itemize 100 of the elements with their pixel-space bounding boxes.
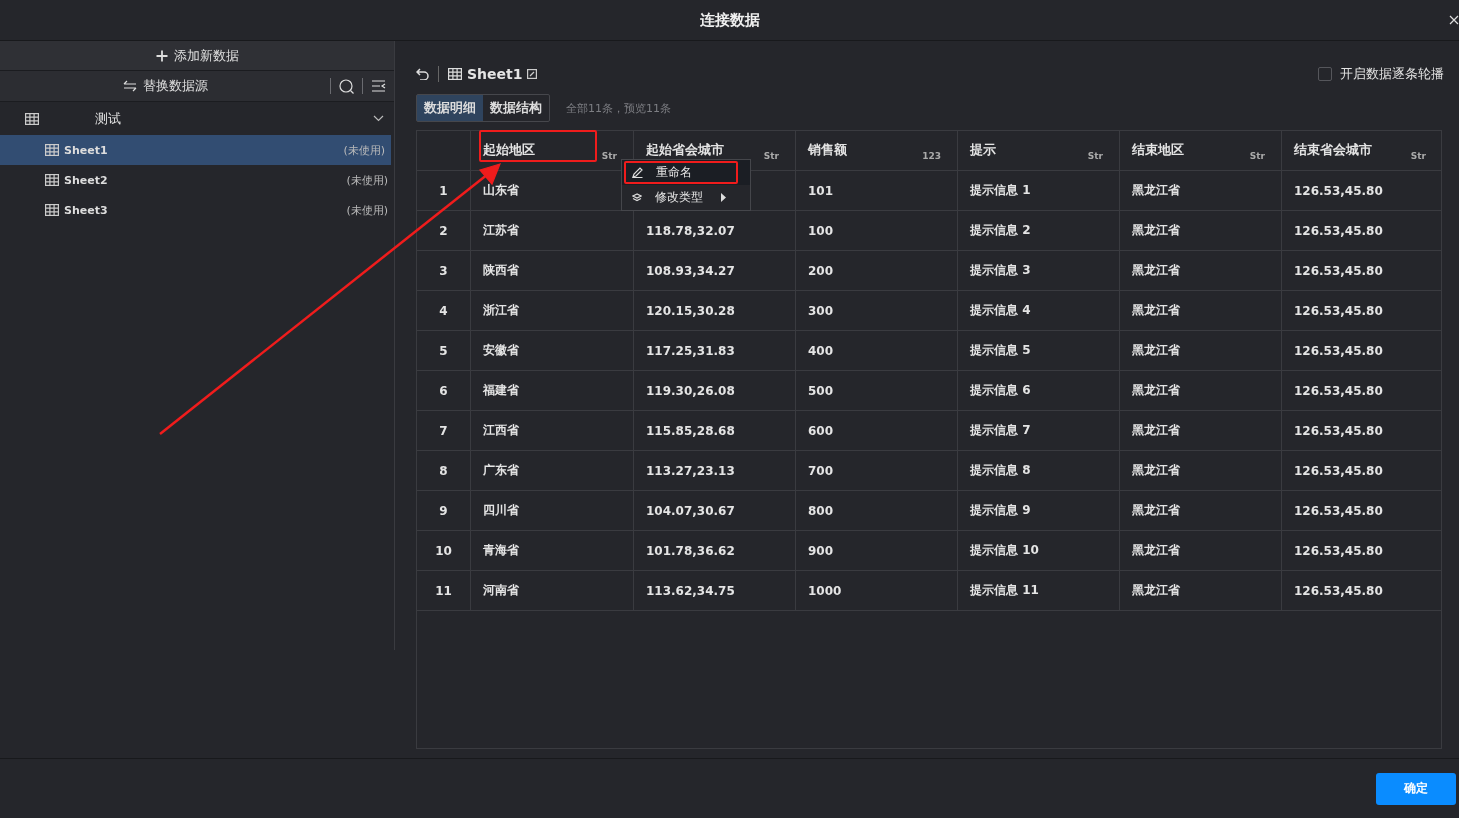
table-cell: 青海省: [483, 542, 519, 559]
table-cell: 黑龙江省: [1132, 262, 1180, 279]
table-cell: 黑龙江省: [1132, 422, 1180, 439]
swap-icon: [122, 80, 137, 92]
filter-icon[interactable]: [371, 80, 386, 92]
table-cell: 126.53,45.80: [1294, 503, 1383, 518]
type-label: Str: [1410, 151, 1426, 161]
table-cell: 118.78,32.07: [646, 223, 735, 238]
table-cell: 117.25,31.83: [646, 343, 735, 358]
table-cell: 1000: [808, 583, 842, 598]
tab[interactable]: 数据明细: [417, 95, 483, 121]
column-header[interactable]: 结束地区: [1132, 141, 1184, 159]
table-icon: [448, 68, 462, 80]
sheet-title: Sheet1: [467, 66, 523, 82]
row-number: 8: [439, 463, 448, 478]
table-cell: 江西省: [483, 422, 519, 439]
row-number: 7: [439, 423, 448, 438]
table-cell: 广东省: [483, 462, 519, 479]
table-cell: 黑龙江省: [1132, 182, 1180, 199]
table-cell: 黑龙江省: [1132, 222, 1180, 239]
table-cell: 126.53,45.80: [1294, 463, 1383, 478]
type-label: Str: [763, 151, 779, 161]
table-cell: 101: [808, 183, 834, 198]
table-cell: 113.62,34.75: [646, 583, 735, 598]
table-cell: 104.07,30.67: [646, 503, 735, 518]
table-cell: 126.53,45.80: [1294, 543, 1383, 558]
row-number: 2: [439, 223, 448, 238]
table-cell: 115.85,28.68: [646, 423, 735, 438]
undo-icon[interactable]: [416, 68, 429, 80]
table-cell: 提示信息 2: [970, 222, 1031, 239]
sheet-item[interactable]: Sheet1 (未使用): [0, 135, 391, 165]
table-cell: 126.53,45.80: [1294, 583, 1383, 598]
table-cell: 黑龙江省: [1132, 462, 1180, 479]
close-icon[interactable]: [1449, 15, 1459, 25]
table-cell: 黑龙江省: [1132, 582, 1180, 599]
table-cell: 福建省: [483, 382, 519, 399]
column-header[interactable]: 提示: [970, 141, 996, 159]
table-cell: 黑龙江省: [1132, 302, 1180, 319]
table-cell: 900: [808, 543, 834, 558]
table-cell: 四川省: [483, 502, 519, 519]
sheet-status: (未使用): [346, 202, 388, 218]
table-cell: 山东省: [483, 182, 519, 199]
table-cell: 126.53,45.80: [1294, 183, 1383, 198]
table-cell: 提示信息 3: [970, 262, 1031, 279]
table-cell: 黑龙江省: [1132, 382, 1180, 399]
table-cell: 提示信息 6: [970, 382, 1031, 399]
row-number: 4: [439, 303, 448, 318]
table-cell: 江苏省: [483, 222, 519, 239]
pencil-icon: [632, 167, 643, 178]
table-cell: 提示信息 1: [970, 182, 1031, 199]
row-number: 6: [439, 383, 448, 398]
table-icon: [45, 174, 59, 186]
plus-icon: [155, 49, 168, 62]
type-label: Str: [1087, 151, 1103, 161]
table-cell: 500: [808, 383, 834, 398]
column-header[interactable]: 结束省会城市: [1294, 141, 1372, 159]
group-item[interactable]: 测试: [0, 102, 394, 135]
sheet-item[interactable]: Sheet3 (未使用): [0, 195, 394, 225]
table-cell: 提示信息 9: [970, 502, 1031, 519]
chevron-down-icon[interactable]: [373, 115, 384, 122]
table-cell: 101.78,36.62: [646, 543, 735, 558]
table-cell: 120.15,30.28: [646, 303, 735, 318]
sheet-status: (未使用): [346, 172, 388, 188]
table-cell: 提示信息 11: [970, 582, 1039, 599]
edit-icon[interactable]: [527, 69, 538, 79]
table-cell: 河南省: [483, 582, 519, 599]
tab[interactable]: 数据结构: [483, 95, 549, 121]
type-label: Str: [601, 151, 617, 161]
row-number: 9: [439, 503, 448, 518]
table-cell: 126.53,45.80: [1294, 383, 1383, 398]
group-label: 测试: [95, 109, 122, 128]
column-header[interactable]: 销售额: [808, 141, 847, 159]
table-cell: 提示信息 10: [970, 542, 1039, 559]
row-number: 5: [439, 343, 448, 358]
row-number: 1: [439, 183, 448, 198]
table-cell: 126.53,45.80: [1294, 223, 1383, 238]
type-label: 123: [922, 151, 941, 161]
sheet-name: Sheet3: [64, 203, 109, 217]
table-cell: 800: [808, 503, 834, 518]
sheet-item[interactable]: Sheet2 (未使用): [0, 165, 394, 195]
column-header[interactable]: 起始地区: [483, 141, 535, 159]
sheet-name: Sheet1: [64, 143, 109, 157]
menu-item[interactable]: 重命名: [622, 160, 750, 185]
row-number: 10: [435, 543, 452, 558]
row-number: 3: [439, 263, 448, 278]
search-icon[interactable]: [339, 78, 354, 94]
menu-item[interactable]: 修改类型: [622, 185, 750, 210]
table-cell: 126.53,45.80: [1294, 423, 1383, 438]
table-cell: 陕西省: [483, 262, 519, 279]
add-data-button[interactable]: 添加新数据: [0, 41, 394, 71]
table-cell: 安徽省: [483, 342, 519, 359]
table-cell: 黑龙江省: [1132, 342, 1180, 359]
table-cell: 提示信息 4: [970, 302, 1031, 319]
table-cell: 113.27,23.13: [646, 463, 735, 478]
table-cell: 提示信息 5: [970, 342, 1031, 359]
type-label: Str: [1249, 151, 1265, 161]
column-header[interactable]: 起始省会城市: [646, 141, 724, 159]
checkbox[interactable]: [1318, 67, 1332, 81]
checkbox-label: 开启数据逐条轮播: [1340, 65, 1444, 83]
sheet-name: Sheet2: [64, 173, 109, 187]
